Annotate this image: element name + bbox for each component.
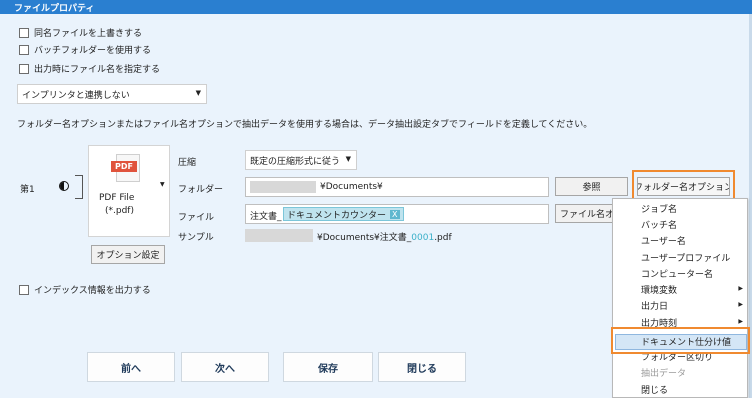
pdf-badge: PDF [111,161,137,172]
option-settings-button[interactable]: オプション設定 [91,245,165,264]
submenu-arrow-icon: ▶ [738,318,743,325]
overwrite-checkbox[interactable] [19,27,29,38]
menu-item[interactable]: 環境変数 [641,283,677,296]
specify-name-option[interactable]: 出力時にファイル名を指定する [19,62,160,75]
menu-item[interactable]: 閉じる [641,383,668,396]
folder-name-option-menu: ジョブ名バッチ名ユーザー名ユーザープロファイル コンピューター名 環境変数 ▶ 出力日 ▶… [612,198,748,398]
menu-item-highlight [611,327,750,354]
specify-name-checkbox[interactable] [19,63,29,74]
next-button[interactable]: 次へ [181,352,269,382]
menu-item[interactable]: ユーザー名 [641,234,686,247]
info-text: フォルダー名オプションまたはファイル名オプションで抽出データを使用する場合は、デ… [17,120,593,130]
sample-counter: 0001 [411,233,435,243]
file-type-name: PDF File [99,193,135,203]
menu-item[interactable]: ユーザープロファイル [641,251,730,264]
folder-label: フォルダー [178,185,224,195]
overwrite-option[interactable]: 同名ファイルを上書きする [19,26,142,39]
menu-item[interactable]: バッチ名 [641,218,677,231]
title-bar: ファイルプロパティ [0,0,752,14]
folder-option-highlight [632,170,735,200]
batch-folder-option[interactable]: バッチフォルダーを使用する [19,43,151,56]
pdf-document-icon: PDF [111,154,140,182]
menu-item[interactable]: コンピューター名 [641,267,713,280]
browse-button[interactable]: 参照 [555,177,628,196]
menu-item[interactable]: ジョブ名 [641,202,677,215]
batch-folder-checkbox[interactable] [19,44,29,55]
index-label: インデックス情報を出力する [34,286,151,296]
menu-item[interactable]: 出力日 [641,299,668,312]
index-option[interactable]: インデックス情報を出力する [19,283,151,296]
close-button[interactable]: 閉じる [378,352,466,382]
menu-item: 抽出データ [641,369,687,379]
submenu-arrow-icon: ▶ [738,285,743,292]
token-remove-icon[interactable]: X [390,209,400,219]
sample-path: ¥Documents¥注文書_0001.pdf [317,230,452,243]
window-title: ファイルプロパティ [14,4,95,14]
half-circle-icon [59,181,69,191]
compression-value: 既定の圧縮形式に従う [250,156,341,167]
compression-select[interactable]: 既定の圧縮形式に従う ▼ [245,150,357,170]
index-checkbox[interactable] [19,284,29,295]
sample-path-text: ¥Documents¥注文書_ [317,233,412,243]
specify-name-label: 出力時にファイル名を指定する [34,65,161,75]
bracket-icon [75,175,83,199]
printer-select-value: インプリンタと連携しない [22,90,130,101]
file-type-dropdown-icon[interactable]: ▼ [160,181,165,188]
folder-value: ¥Documents¥ [320,182,383,192]
redacted-sample-path [245,229,313,242]
sample-label: サンプル [178,233,214,243]
file-type-ext: (*.pdf) [105,206,134,216]
file-prefix: 注文書_ [250,212,282,222]
prev-button[interactable]: 前へ [87,352,175,382]
redacted-path [250,181,316,193]
document-counter-token[interactable]: ドキュメントカウンター X [283,207,404,221]
folder-input[interactable]: ¥Documents¥ [245,177,549,197]
printer-select[interactable]: インプリンタと連携しない ▼ [17,84,207,104]
token-label: ドキュメントカウンター [287,210,387,221]
overwrite-label: 同名ファイルを上書きする [34,29,143,39]
row-number: 第1 [20,185,35,195]
file-type-card[interactable]: PDF PDF File (*.pdf) [88,145,170,237]
sample-ext: .pdf [434,233,452,243]
batch-folder-label: バッチフォルダーを使用する [34,46,152,56]
submenu-arrow-icon: ▶ [738,301,743,308]
compression-label: 圧縮 [178,158,197,168]
save-button[interactable]: 保存 [283,352,373,382]
chevron-down-icon: ▼ [345,155,351,163]
file-label: ファイル [178,213,215,223]
chevron-down-icon: ▼ [195,89,201,97]
